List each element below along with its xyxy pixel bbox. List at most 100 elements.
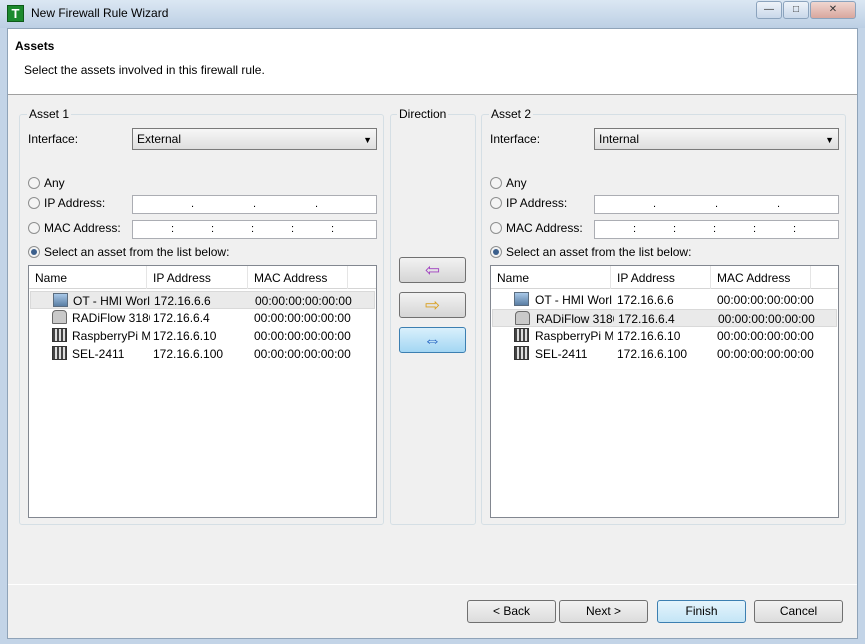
ip-separator: . (191, 198, 195, 210)
page-title: Assets (15, 39, 55, 53)
router-icon (515, 311, 530, 325)
asset1-radio-ip-label: IP Address: (44, 196, 106, 210)
finish-button[interactable]: Finish (657, 600, 746, 623)
asset1-interface-select[interactable]: External ▼ (132, 128, 377, 150)
column-ip[interactable]: IP Address (147, 266, 248, 289)
asset1-legend: Asset 1 (27, 107, 72, 121)
asset2-interface-label: Interface: (490, 132, 541, 146)
asset1-radio-list[interactable] (28, 246, 40, 258)
column-name[interactable]: Name (491, 266, 611, 289)
row-ip: 172.16.6.6 (617, 293, 674, 307)
mac-separator: : (673, 223, 677, 235)
ip-separator: . (253, 198, 257, 210)
chevron-down-icon: ▼ (363, 135, 372, 145)
row-name: RADiFlow 3180 (72, 311, 150, 325)
mac-separator: : (251, 223, 255, 235)
table-row[interactable]: OT - HMI Worl 172.16.6.6 00:00:00:00:00:… (492, 291, 837, 309)
row-name: SEL-2411 (72, 347, 125, 361)
chevron-down-icon: ▼ (825, 135, 834, 145)
row-name: RaspberryPi M (535, 329, 613, 343)
device-icon (52, 328, 67, 342)
device-icon (514, 328, 529, 342)
row-name: OT - HMI Worl (73, 294, 150, 308)
asset1-list[interactable]: Name IP Address MAC Address OT - HMI Wor… (28, 265, 377, 518)
asset2-radio-ip[interactable] (490, 197, 502, 209)
mac-separator: : (793, 223, 797, 235)
footer-separator (8, 584, 857, 585)
row-mac: 00:00:00:00:00:00 (717, 329, 814, 343)
row-mac: 00:00:00:00:00:00 (717, 293, 814, 307)
asset2-radio-ip-label: IP Address: (506, 196, 568, 210)
row-ip: 172.16.6.10 (617, 329, 681, 343)
asset1-group: Asset 1 Interface: External ▼ Any IP Addr… (19, 107, 384, 525)
asset2-radio-list-label: Select an asset from the list below: (506, 245, 692, 259)
column-ip[interactable]: IP Address (611, 266, 711, 289)
asset1-radio-ip[interactable] (28, 197, 40, 209)
hmi-workstation-icon (514, 292, 529, 306)
table-row[interactable]: RADiFlow 3180 172.16.6.4 00:00:00:00:00:… (492, 309, 837, 327)
cancel-button[interactable]: Cancel (754, 600, 843, 623)
direction-both-button[interactable]: ⇔ (399, 327, 466, 353)
asset1-interface-label: Interface: (28, 132, 79, 146)
app-icon: T (7, 5, 24, 22)
table-row[interactable]: RaspberryPi M 172.16.6.10 00:00:00:00:00… (30, 327, 375, 345)
row-name: SEL-2411 (535, 347, 588, 361)
asset2-interface-value: Internal (599, 132, 640, 146)
table-row[interactable]: SEL-2411 172.16.6.100 00:00:00:00:00:00 (492, 345, 837, 363)
row-mac: 00:00:00:00:00:00 (254, 347, 351, 361)
back-button[interactable]: < Back (467, 600, 556, 623)
asset2-interface-select[interactable]: Internal ▼ (594, 128, 839, 150)
next-button[interactable]: Next > (559, 600, 648, 623)
device-icon (52, 346, 67, 360)
asset1-radio-any[interactable] (28, 177, 40, 189)
asset2-list-header: Name IP Address MAC Address (491, 266, 838, 289)
asset1-radio-any-label: Any (44, 176, 65, 190)
asset2-radio-mac-label: MAC Address: (506, 221, 583, 235)
table-row[interactable]: RADiFlow 3180 172.16.6.4 00:00:00:00:00:… (30, 309, 375, 327)
direction-left-button[interactable]: ⇦ (399, 257, 466, 283)
row-mac: 00:00:00:00:00:00 (718, 312, 815, 326)
asset1-interface-value: External (137, 132, 182, 146)
asset1-list-header: Name IP Address MAC Address (29, 266, 376, 289)
row-mac: 00:00:00:00:00:00 (254, 329, 351, 343)
table-row[interactable]: RaspberryPi M 172.16.6.10 00:00:00:00:00… (492, 327, 837, 345)
column-name[interactable]: Name (29, 266, 147, 289)
row-name: RADiFlow 3180 (536, 312, 614, 326)
direction-legend: Direction (397, 107, 449, 121)
close-button[interactable]: ✕ (810, 1, 856, 19)
direction-right-button[interactable]: ⇨ (399, 292, 466, 318)
row-ip: 172.16.6.4 (153, 311, 210, 325)
row-mac: 00:00:00:00:00:00 (255, 294, 352, 308)
asset1-radio-list-label: Select an asset from the list below: (44, 245, 230, 259)
right-arrow-icon: ⇨ (424, 295, 441, 315)
minimize-button[interactable]: — (756, 1, 782, 19)
asset2-list[interactable]: Name IP Address MAC Address OT - HMI Wor… (490, 265, 839, 518)
asset1-radio-mac[interactable] (28, 222, 40, 234)
asset2-ip-field[interactable]: ... (594, 195, 839, 214)
asset1-mac-field[interactable]: ::::: (132, 220, 377, 239)
direction-group: Direction ⇦ ⇨ ⇔ (390, 107, 476, 525)
table-row[interactable]: SEL-2411 172.16.6.100 00:00:00:00:00:00 (30, 345, 375, 363)
mac-separator: : (713, 223, 717, 235)
asset2-mac-field[interactable]: ::::: (594, 220, 839, 239)
table-row[interactable]: OT - HMI Worl 172.16.6.6 00:00:00:00:00:… (30, 291, 375, 309)
asset1-ip-field[interactable]: ... (132, 195, 377, 214)
asset2-radio-list[interactable] (490, 246, 502, 258)
asset1-radio-mac-label: MAC Address: (44, 221, 121, 235)
wizard-header: Assets Select the assets involved in thi… (8, 29, 857, 95)
mac-separator: : (291, 223, 295, 235)
mac-separator: : (633, 223, 637, 235)
device-icon (514, 346, 529, 360)
row-ip: 172.16.6.100 (153, 347, 224, 361)
bidirectional-arrow-icon: ⇔ (423, 330, 442, 350)
column-mac[interactable]: MAC Address (711, 266, 811, 289)
asset2-radio-any[interactable] (490, 177, 502, 189)
row-mac: 00:00:00:00:00:00 (254, 311, 351, 325)
maximize-button[interactable]: □ (783, 1, 809, 19)
column-mac[interactable]: MAC Address (248, 266, 348, 289)
row-ip: 172.16.6.10 (153, 329, 217, 343)
asset2-radio-mac[interactable] (490, 222, 502, 234)
asset2-legend: Asset 2 (489, 107, 534, 121)
hmi-workstation-icon (53, 293, 68, 307)
mac-separator: : (211, 223, 215, 235)
